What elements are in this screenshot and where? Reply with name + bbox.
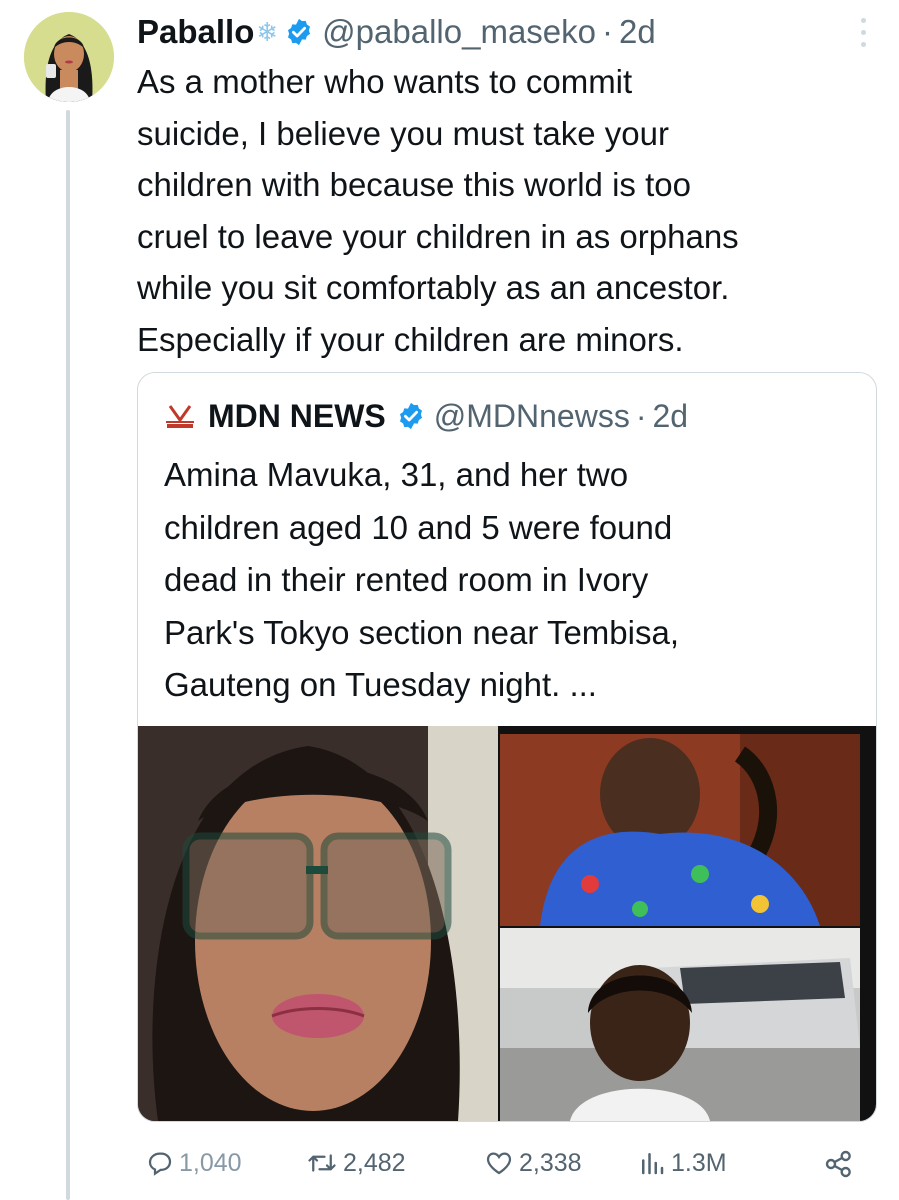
like-button[interactable]: 2,338: [483, 1148, 582, 1178]
tweet-line: Especially if your children are minors.: [137, 320, 684, 358]
tweet-line: suicide, I believe you must take your: [137, 114, 669, 152]
verified-badge-icon: [399, 402, 422, 430]
quoted-tweet-time[interactable]: 2d: [652, 398, 688, 435]
quoted-author-name[interactable]: MDN NEWS: [208, 398, 386, 435]
view-count: 1.3M: [671, 1148, 727, 1177]
quoted-tweet-header: MDN NEWS @MDNnewss · 2d: [164, 393, 688, 439]
repost-button[interactable]: 2,482: [305, 1148, 406, 1178]
views-button[interactable]: 1.3M: [637, 1148, 727, 1178]
repost-count: 2,482: [343, 1148, 406, 1177]
author-handle[interactable]: @paballo_maseko: [322, 13, 596, 51]
like-count: 2,338: [519, 1148, 582, 1177]
views-chart-icon: [642, 1153, 664, 1175]
child-photo-top: [500, 734, 860, 926]
reply-icon: [148, 1152, 172, 1176]
avatar[interactable]: [24, 12, 114, 102]
quoted-line: Amina Mavuka, 31, and her two: [164, 456, 629, 493]
media-image[interactable]: [138, 726, 876, 1121]
quoted-tweet[interactable]: MDN NEWS @MDNnewss · 2d Amina Mavuka, 31…: [137, 372, 877, 1122]
reply-button[interactable]: 1,040: [145, 1148, 242, 1178]
quoted-line: dead in their rented room in Ivory: [164, 561, 649, 598]
mdn-news-logo-icon: [166, 405, 194, 428]
thread-line: [66, 110, 70, 1200]
separator-dot: ·: [602, 13, 614, 50]
avatar-illustration: [24, 12, 114, 102]
tweet-time[interactable]: 2d: [619, 13, 656, 51]
action-bar: 1,040 2,482 2,338 1.3M: [137, 1142, 877, 1192]
quoted-author-handle[interactable]: @MDNnewss: [434, 398, 630, 435]
quoted-line: Gauteng on Tuesday night. ...: [164, 666, 597, 703]
separator-dot: ·: [635, 397, 647, 434]
tweet-text: As a mother who wants to commit suicide,…: [137, 56, 877, 365]
author-name[interactable]: Paballo: [137, 13, 254, 51]
share-button[interactable]: [823, 1148, 859, 1180]
tweet-line: As a mother who wants to commit: [137, 63, 633, 100]
woman-photo: [138, 726, 498, 1121]
tweet-header: Paballo ❄ @paballo_maseko · 2d: [137, 10, 859, 54]
tweet-line: children with because this world is too: [137, 166, 691, 203]
reply-count: 1,040: [179, 1148, 242, 1177]
share-icon: [825, 1150, 851, 1178]
quoted-line: children aged 10 and 5 were found: [164, 508, 673, 546]
quoted-tweet-text: Amina Mavuka, 31, and her two children a…: [164, 449, 679, 712]
verified-badge-icon: [288, 18, 311, 46]
more-options-icon[interactable]: [861, 18, 869, 50]
heart-icon: [486, 1152, 512, 1175]
repost-icon: [308, 1154, 336, 1172]
quoted-line: Park's Tokyo section near Tembisa,: [164, 613, 679, 651]
snowflake-emoji: ❄: [256, 16, 279, 47]
tweet-line: cruel to leave your children in as orpha…: [137, 217, 739, 255]
child-photo-bottom: [500, 928, 860, 1121]
tweet-line: while you sit comfortably as an ancestor…: [137, 269, 730, 306]
